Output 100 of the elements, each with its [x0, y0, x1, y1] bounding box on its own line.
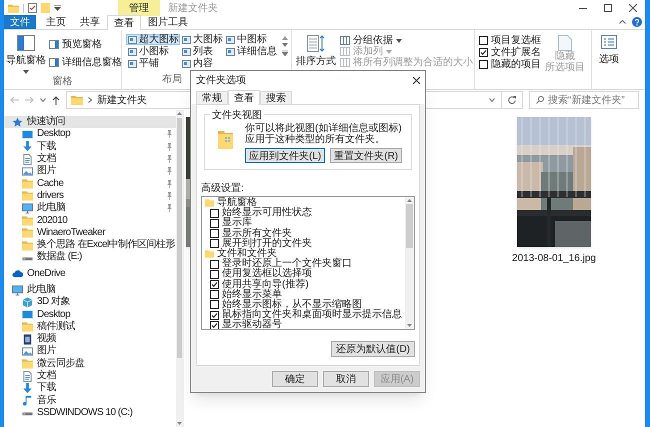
scroll-thumb[interactable]: [177, 118, 182, 358]
checkbox[interactable]: [210, 208, 219, 218]
chevron-down-icon: [489, 98, 496, 102]
refresh-button[interactable]: [501, 91, 523, 109]
checkbox-label: 隐藏的项目: [491, 58, 541, 72]
nav-item[interactable]: Cache: [4, 177, 176, 190]
nav-item[interactable]: 快速访问: [4, 116, 176, 128]
settings-list[interactable]: 导航窗格 始终显示可用性状态 显示库 显示所有文件夹 展开到打开的文件夹 文件和文件夹 登录时还原上一个文件夹窗口 使用复选框以选择项 使用共享向导(推荐) 始终显示菜单 始终显示图标，从不显示缩略图 鼠标指向文件夹和桌面项时显示提示信息 显示驱动器号: [201, 196, 415, 330]
view-option[interactable]: 大图标: [180, 34, 224, 45]
ribbon-tab[interactable]: 图片工具: [141, 15, 195, 29]
view-option[interactable]: 小图标: [126, 46, 180, 57]
restore-defaults-button[interactable]: 还原为默认值(D): [331, 341, 415, 357]
nav-item[interactable]: Desktop: [4, 308, 176, 321]
caret-icon: [23, 70, 29, 74]
page-icon: [558, 35, 572, 51]
section-label: 高级设置:: [201, 183, 245, 194]
checkbox[interactable]: [210, 320, 219, 329]
options-button[interactable]: 选项: [592, 30, 626, 70]
checkbox[interactable]: [479, 36, 488, 45]
view-icon: [182, 60, 191, 68]
nav-item[interactable]: 微云同步盘: [4, 358, 176, 370]
pin-icon: [166, 167, 173, 176]
nav-item[interactable]: 下载: [4, 382, 176, 395]
nav-item[interactable]: 202010: [4, 214, 176, 227]
settings-group-label: 导航窗格: [217, 198, 257, 208]
nav-item[interactable]: 稿件测试: [4, 320, 176, 334]
star-icon: [12, 116, 23, 128]
nav-item[interactable]: 图片: [4, 165, 176, 178]
folder-icon: [22, 358, 33, 370]
dialog-button[interactable]: 确定: [272, 371, 318, 387]
search-icon: [536, 96, 544, 104]
dialog-button[interactable]: 重置文件夹(R): [330, 148, 402, 163]
view-option[interactable]: 超大图标: [126, 34, 180, 45]
details-pane-button[interactable]: 详细信息窗格: [49, 57, 122, 68]
cube-icon: [22, 296, 33, 308]
checkbox[interactable]: [210, 290, 219, 300]
properties-icon: [28, 3, 37, 13]
view-icon: [128, 36, 137, 44]
dialog-button[interactable]: 取消: [323, 371, 369, 387]
dialog-tab[interactable]: 搜索: [260, 91, 292, 104]
view-option[interactable]: 内容: [180, 58, 224, 69]
checkbox[interactable]: [210, 218, 219, 228]
nav-item[interactable]: 3D 对象: [4, 296, 176, 308]
nav-item[interactable]: 换个思路 在Excel中制作区间柱形: [4, 238, 176, 252]
maximize-icon: [604, 4, 612, 12]
nav-item[interactable]: 文档: [4, 370, 176, 382]
ribbon-tab[interactable]: 查看: [107, 15, 141, 30]
scroll-up-icon: [177, 112, 182, 115]
nav-item[interactable]: OneDrive: [4, 268, 176, 280]
dialog-tab[interactable]: 查看: [228, 90, 260, 105]
checkbox[interactable]: [479, 60, 488, 69]
dialog-button[interactable]: 应用到文件夹(L): [245, 148, 326, 163]
nav-item[interactable]: Desktop: [4, 128, 176, 141]
monitor-icon: [22, 202, 33, 214]
checkbox[interactable]: [210, 270, 219, 279]
checkbox[interactable]: [210, 239, 219, 248]
view-option[interactable]: 详细信息: [224, 46, 278, 57]
checkbox[interactable]: [210, 260, 219, 269]
file-name[interactable]: 2013-08-01_16.jpg: [512, 251, 596, 266]
search-field[interactable]: 搜索“新建文件夹”: [529, 91, 639, 109]
checkbox[interactable]: [210, 300, 219, 310]
checkbox[interactable]: [210, 280, 219, 290]
preview-pane-button[interactable]: 预览窗格: [49, 39, 122, 50]
scrollbar[interactable]: [405, 197, 414, 329]
folder-icon: [41, 3, 50, 13]
nav-item[interactable]: 文档: [4, 152, 176, 166]
navigation-pane-button[interactable]: 导航窗格: [6, 35, 46, 74]
ribbon-tab[interactable]: 文件: [4, 15, 36, 29]
scrollbar[interactable]: [176, 110, 183, 427]
checkbox[interactable]: [210, 310, 219, 320]
dialog-tab[interactable]: 常规: [196, 91, 228, 104]
view-command[interactable]: 分组依据: [340, 35, 473, 46]
columns-icon: [340, 47, 350, 56]
checkbox[interactable]: [210, 229, 219, 238]
nav-item[interactable]: 图片: [4, 345, 176, 358]
folder-icon: [22, 240, 33, 251]
view-option[interactable]: 平铺: [126, 58, 180, 69]
description-text: 你可以将此视图(如详细信息或图标)应用于这种类型的所有文件夹。: [245, 123, 403, 145]
nav-item[interactable]: drivers: [4, 190, 176, 202]
checkbox-label: 使用共享向导(推荐): [222, 280, 309, 290]
contextual-tab-header: 管理: [118, 0, 160, 16]
nav-item[interactable]: 此电脑: [4, 284, 176, 296]
scroll-down-icon: [177, 422, 182, 425]
nav-item[interactable]: 下载: [4, 140, 176, 153]
view-option[interactable]: 列表: [180, 46, 224, 57]
nav-item[interactable]: WinaeroTweaker: [4, 226, 176, 239]
nav-item[interactable]: SSDWINDOWS 10 (C:): [4, 406, 176, 420]
view-icon: [226, 48, 235, 56]
close-button[interactable]: [413, 76, 420, 84]
ribbon-tab[interactable]: 主页: [39, 15, 73, 29]
view-option[interactable]: 中图标: [224, 34, 278, 45]
scroll-thumb[interactable]: [406, 204, 413, 248]
nav-item[interactable]: 音乐: [4, 394, 176, 407]
pane-layout-icon: [49, 58, 59, 67]
checkbox-label: 始终显示图标，从不显示缩略图: [222, 300, 362, 310]
checkbox[interactable]: [479, 48, 488, 57]
ribbon-tab[interactable]: 共享: [73, 15, 107, 29]
nav-item[interactable]: 此电脑: [4, 202, 176, 214]
nav-item[interactable]: 视频: [4, 333, 176, 346]
nav-item[interactable]: 数据盘 (E:): [4, 251, 176, 264]
